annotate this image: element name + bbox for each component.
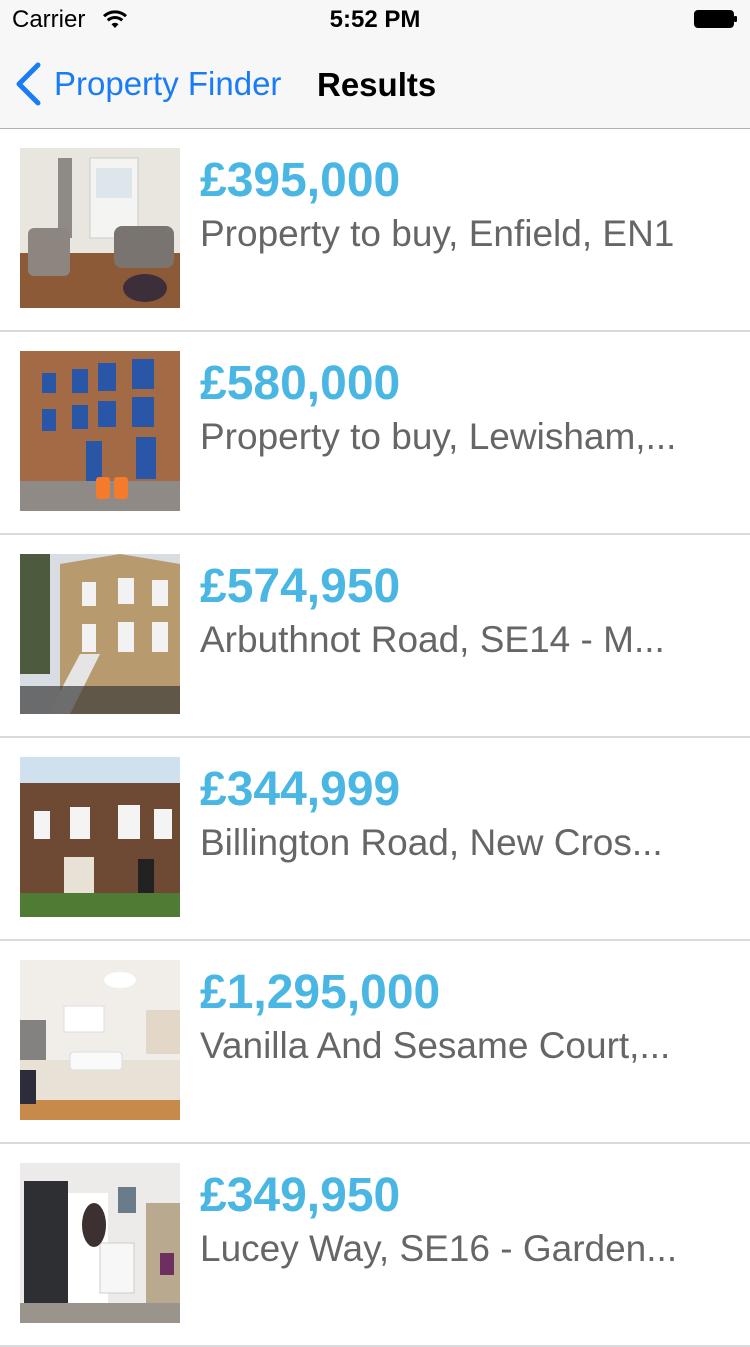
property-photo [20,148,180,308]
battery-icon [694,10,737,28]
result-title: Vanilla And Sesame Court,... [200,1025,671,1066]
result-row[interactable]: £580,000 Property to buy, Lewisham,... [0,332,750,535]
property-photo [20,351,180,511]
result-price: £574,950 [200,560,401,613]
status-bar: Carrier 5:52 PM [0,0,750,40]
result-row[interactable]: £1,295,000 Vanilla And Sesame Court,... [0,941,750,1144]
result-price: £349,950 [200,1169,401,1222]
result-price: £1,295,000 [200,966,441,1019]
result-price: £580,000 [200,357,401,410]
property-photo [20,960,180,1120]
result-title: Lucey Way, SE16 - Garden... [200,1228,678,1269]
result-title: Arbuthnot Road, SE14 - M... [200,619,665,660]
result-row[interactable]: £344,999 Billington Road, New Cros... [0,738,750,941]
result-row[interactable]: £574,950 Arbuthnot Road, SE14 - M... [0,535,750,738]
back-button-label: Property Finder [54,65,282,102]
chevron-left-icon [16,62,41,106]
results-list: £395,000 Property to buy, Enfield, EN1 £… [0,129,750,1347]
result-price: £344,999 [200,763,401,816]
property-photo [20,554,180,714]
page-title: Results [317,66,437,103]
result-price: £395,000 [200,154,401,207]
property-photo [20,757,180,917]
result-title: Billington Road, New Cros... [200,822,663,863]
result-title: Property to buy, Enfield, EN1 [200,213,675,254]
status-time: 5:52 PM [329,6,421,33]
property-photo [20,1163,180,1323]
result-row[interactable]: £349,950 Lucey Way, SE16 - Garden... [0,1144,750,1347]
result-title: Property to buy, Lewisham,... [200,416,677,457]
result-row[interactable]: £395,000 Property to buy, Enfield, EN1 [0,129,750,332]
navigation-bar: Property Finder Results [0,40,750,129]
back-button[interactable]: Property Finder [14,56,281,112]
